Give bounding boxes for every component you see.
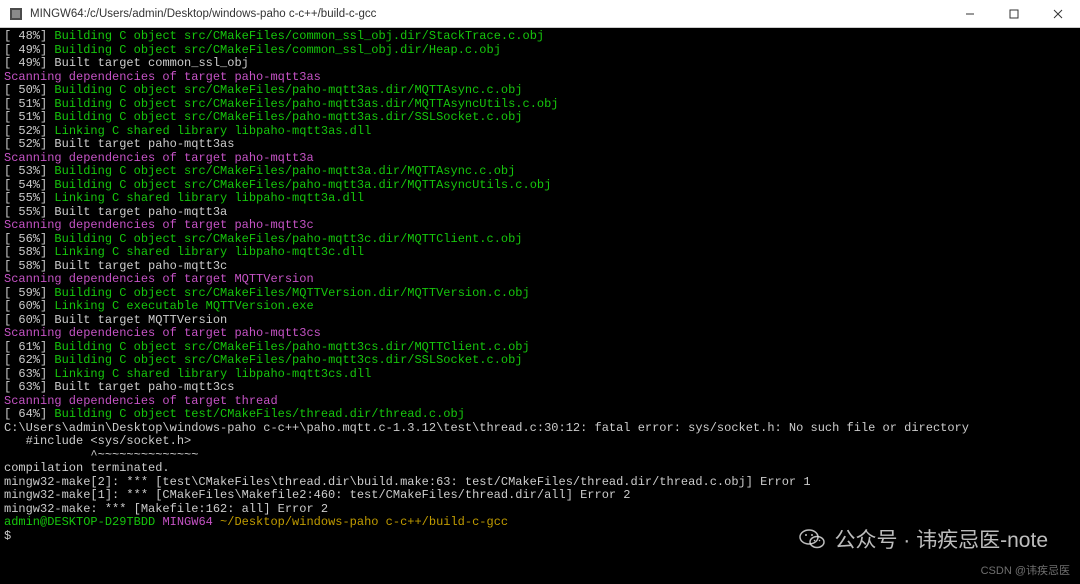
watermark: 公众号 · 讳疾忌医-note [798, 524, 1048, 554]
terminal-line: [ 59%] Building C object src/CMakeFiles/… [4, 287, 1076, 301]
close-button[interactable] [1036, 0, 1080, 27]
mingw-icon [8, 6, 24, 22]
csdn-watermark: CSDN @讳疾忌医 [981, 562, 1070, 578]
terminal-line: mingw32-make: *** [Makefile:162: all] Er… [4, 503, 1076, 517]
terminal-line: [ 55%] Linking C shared library libpaho-… [4, 192, 1076, 206]
terminal-line: [ 55%] Built target paho-mqtt3a [4, 206, 1076, 220]
window-controls [948, 0, 1080, 27]
terminal-line: [ 63%] Linking C shared library libpaho-… [4, 368, 1076, 382]
terminal-line: [ 58%] Built target paho-mqtt3c [4, 260, 1076, 274]
titlebar: MINGW64:/c/Users/admin/Desktop/windows-p… [0, 0, 1080, 28]
terminal-line: Scanning dependencies of target paho-mqt… [4, 152, 1076, 166]
terminal-line: compilation terminated. [4, 462, 1076, 476]
watermark-text: 公众号 · 讳疾忌医-note [834, 524, 1048, 554]
terminal-line: [ 58%] Linking C shared library libpaho-… [4, 246, 1076, 260]
maximize-button[interactable] [992, 0, 1036, 27]
terminal-line: #include <sys/socket.h> [4, 435, 1076, 449]
terminal-line: [ 54%] Building C object src/CMakeFiles/… [4, 179, 1076, 193]
terminal-line: [ 60%] Linking C executable MQTTVersion.… [4, 300, 1076, 314]
terminal-line: [ 53%] Building C object src/CMakeFiles/… [4, 165, 1076, 179]
window-title: MINGW64:/c/Users/admin/Desktop/windows-p… [30, 8, 376, 20]
terminal-line: Scanning dependencies of target paho-mqt… [4, 327, 1076, 341]
terminal-line: [ 49%] Building C object src/CMakeFiles/… [4, 44, 1076, 58]
terminal-line: [ 56%] Building C object src/CMakeFiles/… [4, 233, 1076, 247]
terminal-line: [ 60%] Built target MQTTVersion [4, 314, 1076, 328]
wechat-icon [798, 525, 826, 553]
terminal-line: [ 63%] Built target paho-mqtt3cs [4, 381, 1076, 395]
terminal-line: mingw32-make[1]: *** [CMakeFiles\Makefil… [4, 489, 1076, 503]
terminal-line: [ 48%] Building C object src/CMakeFiles/… [4, 30, 1076, 44]
terminal-line: Scanning dependencies of target thread [4, 395, 1076, 409]
terminal-line: [ 49%] Built target common_ssl_obj [4, 57, 1076, 71]
terminal-line: C:\Users\admin\Desktop\windows-paho c-c+… [4, 422, 1076, 436]
terminal-line: ^~~~~~~~~~~~~~~ [4, 449, 1076, 463]
terminal-line: Scanning dependencies of target paho-mqt… [4, 71, 1076, 85]
terminal-line: [ 52%] Linking C shared library libpaho-… [4, 125, 1076, 139]
terminal-line: Scanning dependencies of target MQTTVers… [4, 273, 1076, 287]
terminal-line: [ 51%] Building C object src/CMakeFiles/… [4, 111, 1076, 125]
terminal-line: [ 50%] Building C object src/CMakeFiles/… [4, 84, 1076, 98]
terminal-line: [ 62%] Building C object src/CMakeFiles/… [4, 354, 1076, 368]
terminal-line: [ 52%] Built target paho-mqtt3as [4, 138, 1076, 152]
terminal-output[interactable]: [ 48%] Building C object src/CMakeFiles/… [0, 28, 1080, 584]
terminal-line: [ 64%] Building C object test/CMakeFiles… [4, 408, 1076, 422]
minimize-button[interactable] [948, 0, 992, 27]
terminal-line: [ 61%] Building C object src/CMakeFiles/… [4, 341, 1076, 355]
titlebar-left: MINGW64:/c/Users/admin/Desktop/windows-p… [8, 6, 376, 22]
terminal-line: [ 51%] Building C object src/CMakeFiles/… [4, 98, 1076, 112]
terminal-line: mingw32-make[2]: *** [test\CMakeFiles\th… [4, 476, 1076, 490]
terminal-line: Scanning dependencies of target paho-mqt… [4, 219, 1076, 233]
